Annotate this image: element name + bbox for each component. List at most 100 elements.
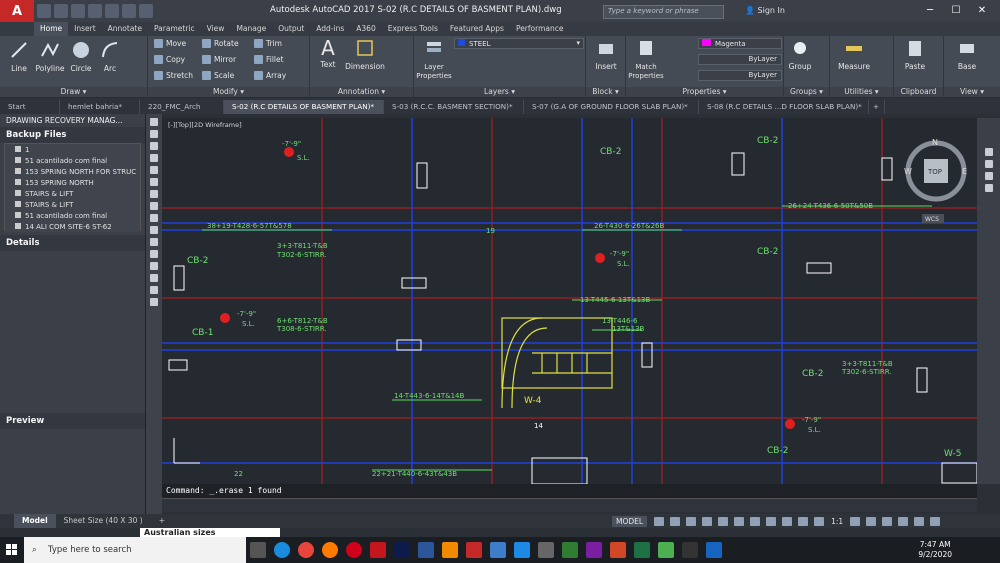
list-item[interactable]: STAIRS & LIFT — [5, 188, 140, 199]
array-button[interactable]: Array — [254, 71, 286, 80]
taskbar-search[interactable]: ⌕ Type here to search — [24, 537, 246, 563]
groups-group-label[interactable]: Groups ▾ — [784, 87, 829, 97]
linetype-dropdown[interactable]: ByLayer — [698, 54, 782, 65]
fillet-button[interactable]: Fillet — [254, 55, 284, 64]
add-layout-button[interactable]: + — [151, 514, 173, 528]
search-input[interactable]: Type a keyword or phrase — [603, 5, 724, 19]
save-icon[interactable] — [71, 4, 85, 18]
hardware-accel-icon[interactable] — [898, 516, 909, 526]
isolate-icon[interactable] — [882, 516, 893, 526]
lineweight-icon[interactable] — [750, 516, 761, 526]
tab-addins[interactable]: Add-ins — [310, 22, 350, 36]
grid-icon[interactable] — [654, 516, 665, 526]
new-icon[interactable] — [37, 4, 51, 18]
view-group-label[interactable]: View ▾ — [944, 87, 1000, 97]
acrobat-icon[interactable] — [370, 542, 386, 558]
app-icon[interactable] — [586, 542, 602, 558]
text-button[interactable]: A Text — [316, 38, 340, 69]
viewport-controls[interactable]: [-][Top][2D Wireframe] — [168, 121, 242, 129]
new-tab-button[interactable]: + — [869, 100, 885, 114]
tab-sheet-size[interactable]: Sheet Size (40 X 30 ) — [56, 514, 151, 528]
trim-button[interactable]: Trim — [254, 39, 282, 48]
vlc-icon[interactable] — [442, 542, 458, 558]
maximize-button[interactable]: ☐ — [944, 3, 968, 19]
auto-scale-icon[interactable] — [814, 516, 825, 526]
app-icon[interactable] — [682, 542, 698, 558]
showmotion-icon[interactable] — [984, 184, 993, 192]
drawing-canvas[interactable]: CB-2 CB-2 CB-2 CB-2 CB-2 CB-2 CB-1 -7'-9… — [162, 118, 977, 484]
layer-properties-button[interactable]: Layer Properties — [416, 38, 452, 80]
group-button[interactable]: Group — [786, 38, 814, 71]
tool-icon[interactable] — [150, 214, 158, 222]
color-dropdown[interactable]: Magenta — [698, 38, 782, 49]
list-item[interactable]: 153 SPRING NORTH — [5, 177, 140, 188]
tool-icon[interactable] — [150, 286, 158, 294]
viewcube-top[interactable]: TOP — [927, 168, 942, 176]
base-button[interactable]: Base — [952, 38, 982, 71]
tab-model[interactable]: Model — [14, 514, 56, 528]
osnap-icon[interactable] — [718, 516, 729, 526]
tool-icon[interactable] — [150, 118, 158, 126]
autocad-icon[interactable] — [466, 542, 482, 558]
tool-icon[interactable] — [150, 202, 158, 210]
redo-icon[interactable] — [139, 4, 153, 18]
layers-group-label[interactable]: Layers ▾ — [414, 87, 585, 97]
paste-button[interactable]: Paste — [900, 38, 930, 71]
tab-express-tools[interactable]: Express Tools — [382, 22, 444, 36]
print-icon[interactable] — [105, 4, 119, 18]
edge-icon[interactable] — [274, 542, 290, 558]
tool-icon[interactable] — [150, 262, 158, 270]
modify-group-label[interactable]: Modify ▾ — [148, 87, 309, 97]
mirror-button[interactable]: Mirror — [202, 55, 236, 64]
customize-icon[interactable] — [930, 516, 941, 526]
application-menu-button[interactable]: A — [0, 0, 34, 22]
tool-icon[interactable] — [150, 130, 158, 138]
word-icon[interactable] — [418, 542, 434, 558]
move-button[interactable]: Move — [154, 39, 186, 48]
tool-icon[interactable] — [150, 190, 158, 198]
polyline-button[interactable]: Polyline — [34, 40, 66, 73]
file-tab-start[interactable]: Start — [0, 100, 60, 114]
tool-icon[interactable] — [150, 166, 158, 174]
ortho-icon[interactable] — [686, 516, 697, 526]
arc-button[interactable]: Arc — [98, 40, 122, 73]
pan-icon[interactable] — [984, 148, 993, 156]
annotation-visibility-icon[interactable] — [798, 516, 809, 526]
list-item[interactable]: 1 — [5, 144, 140, 155]
powerpoint-icon[interactable] — [610, 542, 626, 558]
measure-button[interactable]: Measure — [836, 38, 872, 71]
gear-icon[interactable] — [850, 516, 861, 526]
tab-a360[interactable]: A360 — [350, 22, 381, 36]
tab-parametric[interactable]: Parametric — [148, 22, 201, 36]
minimize-button[interactable]: ─ — [918, 3, 942, 19]
plus-icon[interactable] — [866, 516, 877, 526]
annotation-group-label[interactable]: Annotation ▾ — [310, 87, 413, 97]
tool-icon[interactable] — [150, 238, 158, 246]
match-properties-button[interactable]: Match Properties — [628, 38, 664, 80]
excel-icon[interactable] — [634, 542, 650, 558]
tab-featured-apps[interactable]: Featured Apps — [444, 22, 510, 36]
transparency-icon[interactable] — [766, 516, 777, 526]
otrack-icon[interactable] — [734, 516, 745, 526]
tab-annotate[interactable]: Annotate — [102, 22, 148, 36]
utilities-group-label[interactable]: Utilities ▾ — [830, 87, 893, 97]
polar-icon[interactable] — [702, 516, 713, 526]
app-icon[interactable] — [490, 542, 506, 558]
rotate-button[interactable]: Rotate — [202, 39, 239, 48]
viewcube[interactable]: TOP N W E WCS — [904, 138, 967, 223]
tool-icon[interactable] — [150, 178, 158, 186]
snap-icon[interactable] — [670, 516, 681, 526]
open-icon[interactable] — [54, 4, 68, 18]
tab-insert[interactable]: Insert — [68, 22, 102, 36]
list-item[interactable]: 14 ALI COM SITE-6 ST-62 — [5, 221, 140, 232]
close-button[interactable]: ✕ — [970, 3, 994, 19]
photoshop-icon[interactable] — [394, 542, 410, 558]
line-button[interactable]: Line — [6, 40, 32, 73]
wcs-menu[interactable]: WCS — [925, 216, 939, 223]
copy-button[interactable]: Copy — [154, 55, 185, 64]
orbit-icon[interactable] — [984, 172, 993, 180]
tab-output[interactable]: Output — [272, 22, 310, 36]
app-icon[interactable] — [562, 542, 578, 558]
tab-view[interactable]: View — [201, 22, 231, 36]
opera-icon[interactable] — [346, 542, 362, 558]
